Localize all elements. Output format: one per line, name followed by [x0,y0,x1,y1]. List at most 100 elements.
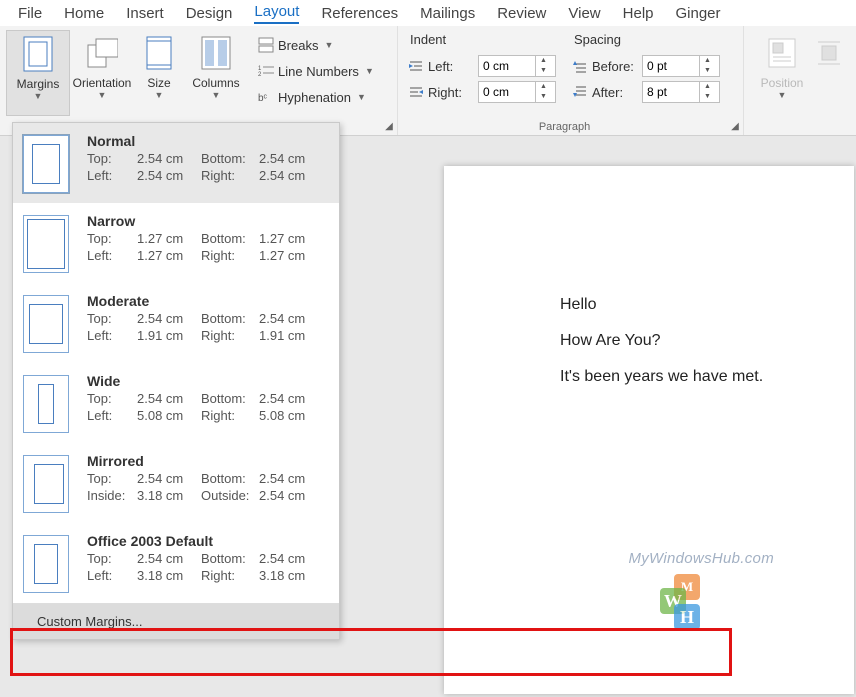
document-line: How Are You? [560,332,854,350]
document-line: It's been years we have met. [560,368,854,386]
margin-preset-thumb-icon [23,375,69,433]
ribbon-tabs: File Home Insert Design Layout References Mail… [0,0,856,26]
tab-mailings[interactable]: Mailings [420,5,475,22]
indent-left-input[interactable] [479,59,535,73]
logo-square-icon: H [674,604,700,630]
margins-button[interactable]: Margins ▼ [6,30,70,116]
margin-preset-thumb-icon [23,215,69,273]
dropdown-caret-icon: ▼ [778,90,787,100]
tab-review[interactable]: Review [497,5,546,22]
tab-layout[interactable]: Layout [254,3,299,24]
spinner-up-icon[interactable]: ▲ [536,56,551,66]
spacing-before-spinner[interactable]: ▲▼ [642,55,720,77]
line-numbers-label: Line Numbers [278,64,359,79]
orientation-button[interactable]: Orientation ▼ [70,30,134,116]
hyphenation-label: Hyphenation [278,90,351,105]
margin-preset-title: Normal [87,133,329,149]
paragraph-launcher[interactable]: ◢ [729,121,741,133]
indent-right-spinner[interactable]: ▲▼ [478,81,556,103]
orientation-icon [86,34,118,72]
margin-preset-info: NormalTop:2.54 cmBottom:2.54 cmLeft:2.54… [87,133,329,193]
margin-preset-thumb-icon [23,135,69,193]
margin-preset-values: Top:2.54 cmBottom:2.54 cmLeft:3.18 cmRig… [87,551,329,583]
margin-preset-values: Top:2.54 cmBottom:2.54 cmInside:3.18 cmO… [87,471,329,503]
margin-preset-moderate[interactable]: ModerateTop:2.54 cmBottom:2.54 cmLeft:1.… [13,283,339,363]
margin-preset-thumb-icon [23,535,69,593]
breaks-icon [258,37,274,53]
margin-preset-info: Office 2003 Default Top:2.54 cmBottom:2.5… [87,533,329,593]
spinner-up-icon[interactable]: ▲ [536,82,551,92]
margins-dropdown: NormalTop:2.54 cmBottom:2.54 cmLeft:2.54… [12,122,340,640]
margin-preset-narrow[interactable]: Narrow Top:1.27 cmBottom:1.27 cmLeft:1.27… [13,203,339,283]
indent-left-spinner[interactable]: ▲▼ [478,55,556,77]
indent-right-icon [408,85,424,99]
margin-preset-title: Office 2003 Default [87,533,329,549]
tab-help[interactable]: Help [623,5,654,22]
spinner-down-icon[interactable]: ▼ [536,66,551,76]
spacing-header: Spacing [572,32,720,51]
spinner-up-icon[interactable]: ▲ [700,56,715,66]
tab-references[interactable]: References [321,5,398,22]
margin-preset-title: Wide [87,373,329,389]
line-numbers-icon: 12 [258,63,274,79]
custom-margins-item[interactable]: Custom Margins... [13,603,339,639]
wrap-text-button [814,30,844,116]
tab-file[interactable]: File [18,5,42,22]
position-label: Position [761,76,804,90]
indent-left-label: Left: [428,59,474,74]
group-arrange: Position ▼ [744,26,850,135]
indent-right-label: Right: [428,85,474,100]
indent-left-icon [408,59,424,73]
tab-home[interactable]: Home [64,5,104,22]
size-button[interactable]: Size ▼ [134,30,184,116]
wrap-text-icon [813,34,845,72]
document-line: Hello [560,296,854,314]
ribbon: Margins ▼ Orientation ▼ Size ▼ [0,26,856,136]
spinner-down-icon[interactable]: ▼ [536,92,551,102]
orientation-label: Orientation [73,76,132,90]
tab-ginger[interactable]: Ginger [676,5,721,22]
group-page-setup: Margins ▼ Orientation ▼ Size ▼ [0,26,398,135]
dropdown-caret-icon: ▼ [324,40,333,50]
columns-icon [200,34,232,72]
document-page[interactable]: Hello How Are You? It's been years we ha… [444,166,854,694]
tab-insert[interactable]: Insert [126,5,164,22]
columns-button[interactable]: Columns ▼ [184,30,248,116]
watermark-text: MyWindowsHub.com [628,550,774,567]
spacing-after-spinner[interactable]: ▲▼ [642,81,720,103]
indent-header: Indent [408,32,556,51]
page-setup-launcher[interactable]: ◢ [383,121,395,133]
paragraph-group-label: Paragraph [398,121,731,133]
margin-preset-info: WideTop:2.54 cmBottom:2.54 cmLeft:5.08 c… [87,373,329,433]
indent-right-input[interactable] [479,85,535,99]
line-numbers-button[interactable]: 12 Line Numbers ▼ [254,60,378,82]
margin-preset-info: MirroredTop:2.54 cmBottom:2.54 cmInside:… [87,453,329,513]
size-icon [143,34,175,72]
margin-preset-wide[interactable]: WideTop:2.54 cmBottom:2.54 cmLeft:5.08 c… [13,363,339,443]
margin-preset-thumb-icon [23,455,69,513]
dropdown-caret-icon: ▼ [357,92,366,102]
tab-view[interactable]: View [568,5,600,22]
position-button: Position ▼ [750,30,814,116]
hyphenation-button[interactable]: bᶜ Hyphenation ▼ [254,86,378,108]
size-label: Size [147,76,170,90]
margin-preset-normal[interactable]: NormalTop:2.54 cmBottom:2.54 cmLeft:2.54… [13,123,339,203]
spinner-down-icon[interactable]: ▼ [700,66,715,76]
columns-label: Columns [192,76,239,90]
spacing-after-label: After: [592,85,638,100]
watermark-logo: M W H [660,574,716,638]
spacing-before-icon [572,59,588,73]
breaks-label: Breaks [278,38,318,53]
tab-design[interactable]: Design [186,5,233,22]
margin-preset-office[interactable]: Office 2003 Default Top:2.54 cmBottom:2.5… [13,523,339,603]
margin-preset-title: Narrow [87,213,329,229]
spinner-up-icon[interactable]: ▲ [700,82,715,92]
margin-preset-info: Narrow Top:1.27 cmBottom:1.27 cmLeft:1.27… [87,213,329,273]
spinner-down-icon[interactable]: ▼ [700,92,715,102]
margin-preset-mirrored[interactable]: MirroredTop:2.54 cmBottom:2.54 cmInside:… [13,443,339,523]
breaks-button[interactable]: Breaks ▼ [254,34,378,56]
spacing-before-input[interactable] [643,59,699,73]
margin-preset-values: Top:1.27 cmBottom:1.27 cmLeft:1.27 cmRig… [87,231,329,263]
margin-preset-info: ModerateTop:2.54 cmBottom:2.54 cmLeft:1.… [87,293,329,353]
spacing-after-input[interactable] [643,85,699,99]
